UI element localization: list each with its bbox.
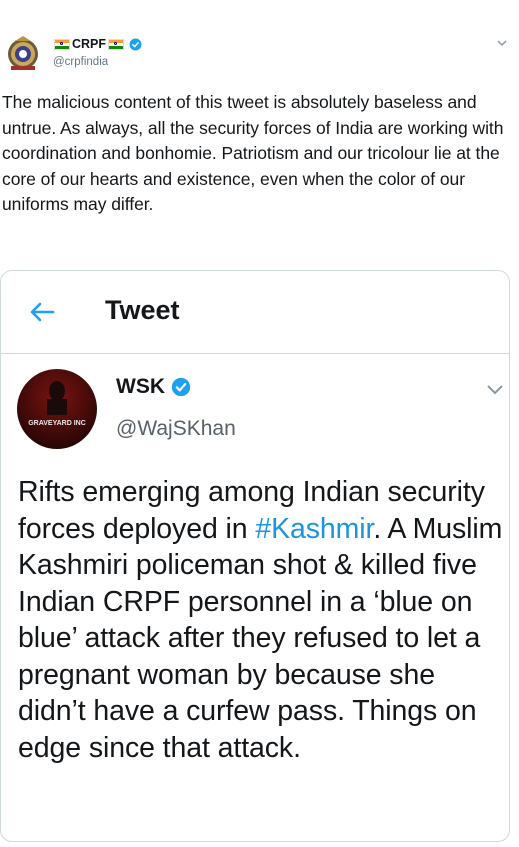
screenshot-header: Tweet [1,271,509,354]
chevron-down-icon[interactable] [495,37,509,49]
display-name[interactable]: CRPF [72,37,106,51]
author-display-name: WSK [116,375,165,398]
crpf-emblem-icon[interactable] [3,33,43,73]
avatar-logo-text: GRAVEYARD INC [28,420,86,427]
account-handle[interactable]: @crpfindia [53,56,108,68]
embedded-screenshot: Tweet GRAVEYARD INC WSK @WajSKhan Rifts … [0,270,510,842]
verified-badge-icon [171,377,191,397]
back-arrow-icon [30,302,55,322]
account-name[interactable]: CRPF [52,37,142,51]
india-flag-icon [54,38,70,50]
avatar: GRAVEYARD INC [17,369,97,449]
author-handle: @WajSKhan [116,417,236,440]
hashtag-link: #Kashmir [255,512,374,545]
chevron-down-icon [487,385,503,395]
author-name: WSK [116,375,191,399]
verified-badge-icon [129,38,142,50]
embedded-tweet-text: Rifts emerging among Indian security for… [18,474,504,766]
india-flag-icon [108,38,125,50]
screenshot-title: Tweet [105,295,180,325]
tweet-text-part: . A Muslim Kashmiri policeman shot & kil… [18,512,503,764]
tweet-text: The malicious content of this tweet is a… [2,92,504,214]
